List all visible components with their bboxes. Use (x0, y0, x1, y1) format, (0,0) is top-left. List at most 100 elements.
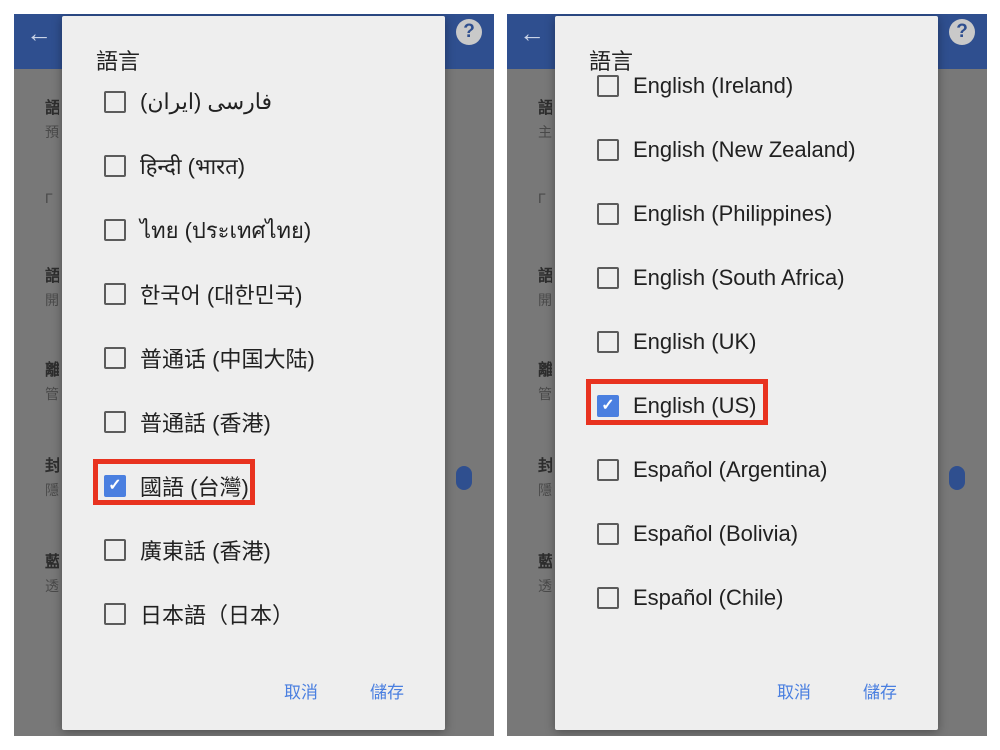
settings-item: 封 隱 (538, 452, 552, 500)
language-option-label: Español (Bolivia) (633, 521, 799, 546)
settings-item: 藍 透 (538, 548, 552, 596)
checkbox[interactable] (597, 459, 619, 481)
settings-item-subtitle: 隱 (45, 482, 59, 498)
toggle-switch[interactable] (456, 466, 472, 490)
language-option-label: فارسی (ایران) (140, 89, 273, 114)
settings-item-subtitle: Γ (538, 190, 546, 206)
language-options-list[interactable]: English (Ireland) English (New Zealand) … (555, 74, 938, 664)
cancel-button[interactable]: 取消 (284, 678, 318, 703)
checkbox[interactable] (597, 331, 619, 353)
checkbox[interactable] (104, 603, 126, 625)
settings-item-title: 封 (45, 458, 59, 475)
checkmark-icon: ✓ (601, 397, 615, 414)
language-option[interactable]: 普通話 (香港) (104, 402, 271, 442)
settings-item-subtitle: 隱 (538, 482, 552, 498)
checkbox[interactable] (104, 347, 126, 369)
dialog-actions: 取消 儲存 (62, 678, 445, 703)
language-option[interactable]: English (Philippines) (597, 194, 832, 234)
settings-item-subtitle: 管 (538, 386, 552, 402)
language-option[interactable]: Español (Chile) (597, 578, 783, 618)
language-option-label: English (Ireland) (633, 74, 794, 98)
checkmark-icon: ✓ (108, 477, 122, 494)
checkbox[interactable] (597, 523, 619, 545)
settings-item: 離 管 (538, 356, 552, 404)
language-option-label: English (UK) (633, 329, 757, 354)
dialog-title: 語言 (96, 49, 141, 74)
dialog-title: 語言 (589, 49, 634, 74)
settings-item-title: 封 (538, 458, 552, 475)
language-option[interactable]: فارسی (ایران) (104, 82, 272, 122)
language-option-label: 廣東話 (香港) (140, 539, 271, 564)
save-button[interactable]: 儲存 (370, 678, 404, 703)
language-option-label: हिन्दी (भारत) (140, 154, 246, 179)
cancel-button[interactable]: 取消 (777, 678, 811, 703)
language-option-label: 國語 (台灣) (140, 475, 249, 500)
language-option-label: 日本語（日本） (140, 603, 295, 628)
checkbox[interactable] (104, 219, 126, 241)
language-option[interactable]: ไทย (ประเทศไทย) (104, 210, 311, 250)
checkbox[interactable] (104, 539, 126, 561)
checkbox[interactable] (104, 411, 126, 433)
language-option-selected[interactable]: ✓ English (US) (597, 386, 756, 426)
checkbox[interactable] (597, 267, 619, 289)
language-options-list[interactable]: فارسی (ایران) हिन्दी (भारत) ไทย (ประเทศไ… (62, 74, 445, 664)
checkbox[interactable] (597, 75, 619, 97)
language-option-label: 普通話 (香港) (140, 411, 271, 436)
language-option[interactable]: Español (Argentina) (597, 450, 827, 490)
language-option-label: 한국어 (대한민국) (140, 283, 303, 308)
settings-item-title: 語 (538, 100, 552, 117)
language-option[interactable]: Español (Bolivia) (597, 514, 798, 554)
settings-item: 語 預 (45, 94, 59, 142)
help-icon[interactable]: ? (456, 19, 482, 45)
checkbox[interactable] (597, 139, 619, 161)
checkbox-checked[interactable]: ✓ (597, 395, 619, 417)
language-option[interactable]: 普通话 (中国大陆) (104, 338, 315, 378)
language-option[interactable]: English (New Zealand) (597, 130, 856, 170)
checkbox[interactable] (597, 587, 619, 609)
language-option[interactable]: 廣東話 (香港) (104, 530, 271, 570)
settings-item-subtitle: 開 (538, 292, 552, 308)
language-option-label: Español (Argentina) (633, 457, 828, 482)
checkbox[interactable] (104, 283, 126, 305)
settings-item-title: 語 (538, 268, 552, 285)
language-option-label: ไทย (ประเทศไทย) (140, 217, 312, 243)
checkbox[interactable] (597, 203, 619, 225)
checkbox-checked[interactable]: ✓ (104, 475, 126, 497)
settings-item-title: 語 (45, 100, 59, 117)
language-option[interactable]: 日本語（日本） (104, 594, 294, 634)
toggle-switch[interactable] (949, 466, 965, 490)
language-option[interactable]: English (Ireland) (597, 74, 793, 106)
settings-item: Γ (45, 186, 59, 206)
back-arrow-icon[interactable]: ← (26, 20, 52, 46)
settings-item-subtitle: 主 (538, 124, 552, 140)
settings-item-title: 離 (538, 362, 552, 379)
dialog-actions: 取消 儲存 (555, 678, 938, 703)
settings-item: 藍 透 (45, 548, 59, 596)
help-icon[interactable]: ? (949, 19, 975, 45)
screenshot-left: ← ? 語 預 Γ 語 開 離 管 封 隱 藍 透 語言 فارسی (ایرا… (14, 14, 494, 736)
settings-item: 語 主 (538, 94, 552, 142)
language-option-label: English (US) (633, 393, 757, 418)
settings-item: Γ (538, 186, 552, 206)
save-button[interactable]: 儲存 (863, 678, 897, 703)
settings-item: 語 開 (45, 262, 59, 310)
settings-item-title: 語 (45, 268, 59, 285)
checkbox[interactable] (104, 91, 126, 113)
settings-item-subtitle: 管 (45, 386, 59, 402)
language-option[interactable]: English (UK) (597, 322, 756, 362)
language-option-selected[interactable]: ✓ 國語 (台灣) (104, 466, 249, 506)
settings-item-title: 藍 (538, 554, 552, 571)
settings-item: 語 開 (538, 262, 552, 310)
language-dialog: 語言 English (Ireland) English (New Zealan… (555, 16, 938, 730)
settings-item-subtitle: 透 (45, 578, 59, 594)
language-option[interactable]: 한국어 (대한민국) (104, 274, 302, 314)
settings-item-subtitle: 預 (45, 124, 59, 140)
settings-item-subtitle: 開 (45, 292, 59, 308)
language-option[interactable]: हिन्दी (भारत) (104, 146, 245, 186)
back-arrow-icon[interactable]: ← (519, 20, 545, 46)
checkbox[interactable] (104, 155, 126, 177)
language-option[interactable]: English (South Africa) (597, 258, 845, 298)
settings-item-subtitle: 透 (538, 578, 552, 594)
language-dialog: 語言 فارسی (ایران) हिन्दी (भारत) ไทย (ประเ… (62, 16, 445, 730)
settings-item-subtitle: Γ (45, 190, 53, 206)
